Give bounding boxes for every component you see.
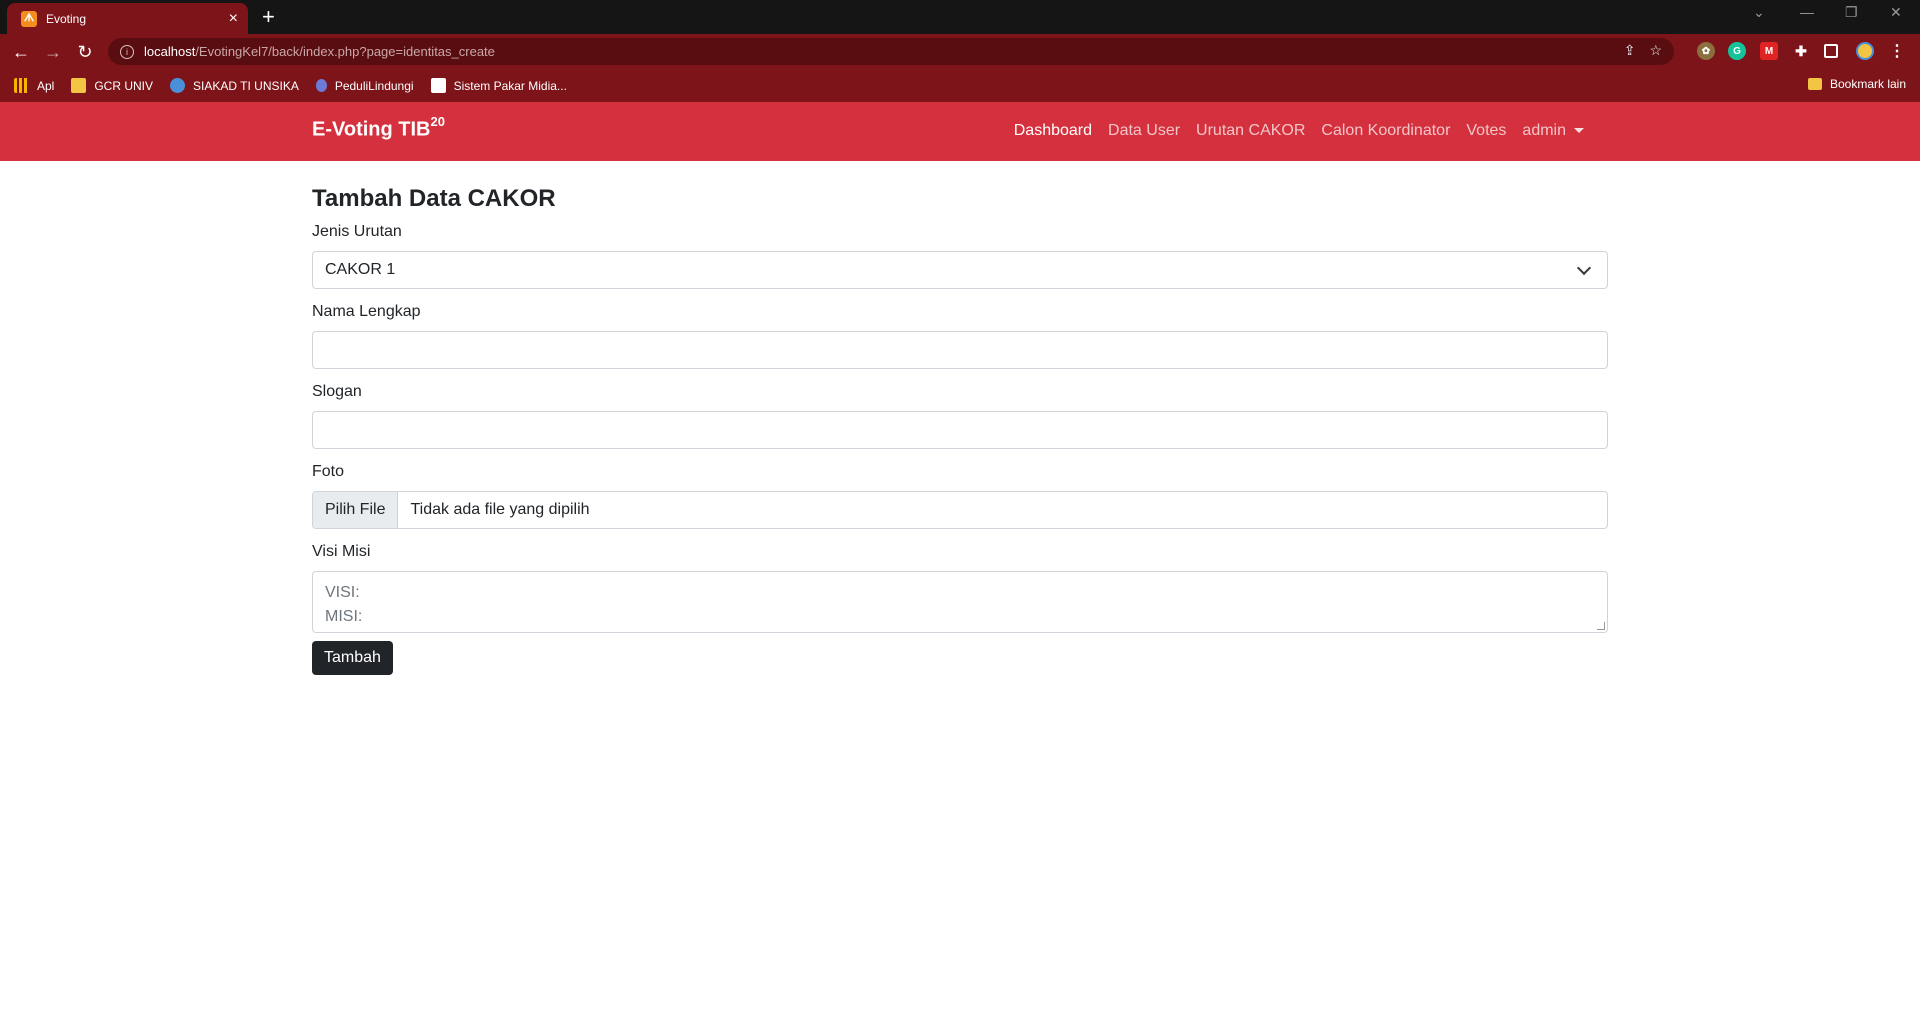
bookmark-label: Apl — [37, 78, 55, 93]
foto-file-input[interactable]: Pilih File Tidak ada file yang dipilih — [312, 491, 1608, 529]
page-title: Tambah Data CAKOR — [312, 185, 556, 212]
tab-search-icon[interactable]: ⌄ — [1753, 4, 1765, 21]
nama-lengkap-input[interactable] — [312, 331, 1608, 369]
slogan-label: Slogan — [312, 383, 362, 400]
bookmark-apps[interactable]: Apl — [14, 78, 54, 93]
nav-dashboard[interactable]: Dashboard — [1014, 122, 1092, 140]
classroom-icon — [71, 78, 87, 93]
xampp-favicon-icon: ᗑ — [21, 10, 37, 27]
mendeley-icon[interactable]: M — [1760, 42, 1778, 60]
pedulilindungi-icon — [315, 79, 327, 92]
nav-urutan-cakor[interactable]: Urutan CAKOR — [1196, 122, 1305, 140]
user-dropdown[interactable]: admin — [1522, 122, 1584, 140]
back-icon[interactable]: ← — [10, 41, 32, 63]
app-navbar: E-Voting TIB20 Dashboard Data User Uruta… — [0, 102, 1920, 161]
site-info-icon[interactable]: i — [120, 44, 134, 59]
bookmark-siakad[interactable]: SIAKAD TI UNSIKA — [170, 78, 299, 93]
bookmark-gcr-univ[interactable]: GCR UNIV — [71, 78, 153, 93]
nama-lengkap-label: Nama Lengkap — [312, 303, 421, 320]
visi-misi-textarea[interactable]: VISI: MISI: — [312, 571, 1608, 633]
side-panel-icon[interactable] — [1824, 44, 1838, 58]
visi-placeholder: VISI: — [325, 584, 360, 601]
tambah-button[interactable]: Tambah — [312, 641, 393, 675]
bookmark-label: PeduliLindungi — [334, 78, 414, 93]
dropdown-caret-icon — [1574, 128, 1584, 134]
folder-icon — [1807, 78, 1822, 90]
bookmark-label: SIAKAD TI UNSIKA — [193, 78, 299, 93]
tab-close-icon[interactable]: × — [229, 10, 238, 27]
forward-icon[interactable]: → — [42, 41, 64, 63]
tab-title: Evoting — [46, 11, 87, 26]
bookmark-label: GCR UNIV — [94, 78, 154, 93]
siakad-icon — [170, 78, 186, 93]
bookmark-star-icon[interactable]: ☆ — [1649, 42, 1662, 59]
extensions-puzzle-icon[interactable]: ✚ — [1792, 42, 1810, 60]
extension-icon[interactable]: ✿ — [1697, 42, 1715, 60]
bookmark-label: Sistem Pakar Midia... — [453, 78, 567, 93]
browser-tab[interactable]: ᗑ Evoting × — [7, 3, 248, 34]
resize-grip-icon[interactable] — [1597, 622, 1605, 630]
chevron-down-icon — [1576, 260, 1592, 275]
nav-links: Dashboard Data User Urutan CAKOR Calon K… — [1014, 122, 1584, 140]
other-bookmarks[interactable]: Bookmark lain — [1807, 77, 1906, 91]
browser-tabstrip: ᗑ Evoting × + ⌄ — ❐ ✕ — [0, 0, 1920, 34]
file-status: Tidak ada file yang dipilih — [410, 501, 590, 518]
slogan-input[interactable] — [312, 411, 1608, 449]
url-path: /EvotingKel7/back/index.php?page=identit… — [195, 44, 495, 59]
misi-placeholder: MISI: — [325, 608, 363, 625]
foto-label: Foto — [312, 463, 345, 480]
reload-icon[interactable]: ↻ — [74, 41, 96, 63]
apps-grid-icon — [14, 78, 29, 93]
bookmarks-bar: Apl GCR UNIV SIAKAD TI UNSIKA PeduliLind… — [0, 69, 1920, 102]
brand-link[interactable]: E-Voting TIB20 — [312, 114, 445, 142]
bookmark-sistem-pakar[interactable]: Sistem Pakar Midia... — [430, 78, 567, 93]
browser-toolbar: ← → ↻ i localhost/EvotingKel7/back/index… — [0, 34, 1920, 69]
browser-menu-icon[interactable]: ⋮ — [1888, 42, 1906, 60]
omnibox-actions: ⇪ ☆ — [1624, 42, 1662, 59]
jenis-urutan-value: CAKOR 1 — [325, 261, 396, 278]
choose-file-button[interactable]: Pilih File — [313, 492, 399, 528]
jenis-urutan-select[interactable]: CAKOR 1 — [312, 251, 1608, 289]
nav-votes[interactable]: Votes — [1466, 122, 1506, 140]
new-tab-button[interactable]: + — [262, 6, 275, 28]
brand-superscript: 20 — [430, 114, 445, 129]
url-host: localhost — [144, 44, 196, 59]
profile-avatar[interactable] — [1856, 42, 1874, 60]
grammarly-icon[interactable]: G — [1728, 42, 1746, 60]
restore-icon[interactable]: ❐ — [1845, 4, 1858, 21]
jenis-urutan-label: Jenis Urutan — [312, 223, 402, 240]
pakar-icon — [430, 78, 446, 93]
close-window-icon[interactable]: ✕ — [1890, 4, 1902, 21]
share-icon[interactable]: ⇪ — [1624, 42, 1636, 59]
minimize-icon[interactable]: — — [1800, 4, 1814, 20]
other-bookmarks-label: Bookmark lain — [1829, 77, 1906, 91]
nav-data-user[interactable]: Data User — [1108, 122, 1180, 140]
nav-calon-koordinator[interactable]: Calon Koordinator — [1321, 122, 1450, 140]
address-bar[interactable]: i localhost/EvotingKel7/back/index.php?p… — [108, 38, 1674, 65]
brand-text: E-Voting TIB — [312, 118, 431, 141]
visi-misi-label: Visi Misi — [312, 543, 371, 560]
bookmark-pedulilindungi[interactable]: PeduliLindungi — [315, 78, 414, 93]
form-container: Tambah Data CAKOR Jenis Urutan CAKOR 1 N… — [312, 185, 1608, 675]
user-name: admin — [1522, 122, 1566, 139]
